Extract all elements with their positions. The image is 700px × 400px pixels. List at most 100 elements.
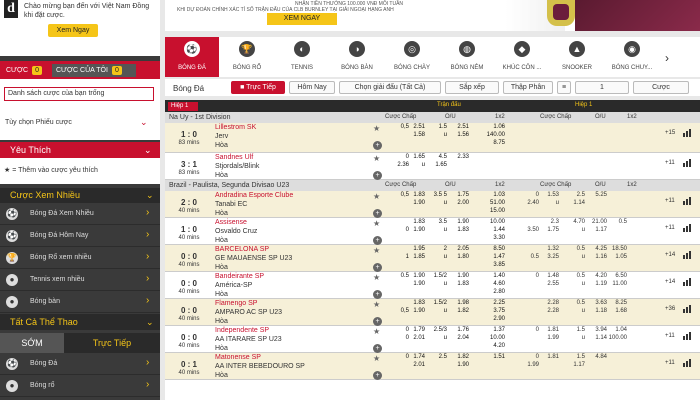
odds-cell[interactable]: u [403,162,425,168]
expand-plus-icon[interactable]: + [373,371,382,380]
away-team[interactable]: AA ITARARE SP U23 [215,336,282,343]
favorite-star-icon[interactable]: ★ [373,354,380,363]
sport-tab-table-tennis[interactable]: ◑ BÓNG BÀN [330,37,384,77]
odds-cell[interactable]: 1.40 [483,273,505,279]
odds-cell[interactable]: 1.5 [425,124,447,130]
half-odds-cell[interactable]: 1.53 [537,192,559,198]
odds-cell[interactable]: 4.5 [425,154,447,160]
odds-cell[interactable]: 1.83 [403,300,425,306]
half-odds-cell[interactable]: 4.25 [585,246,607,252]
half-odds-cell[interactable]: 1.68 [605,308,627,314]
odds-cell[interactable]: 1.37 [483,327,505,333]
odds-cell[interactable]: 2 [425,246,447,252]
expand-plus-icon[interactable]: + [373,344,382,353]
odds-cell[interactable]: 4.20 [483,343,505,349]
match-row[interactable]: 2 : 0 40 mins Andradina Esporte Clube Tanab… [165,191,700,218]
odds-cell[interactable]: 10.00 [483,219,505,225]
sidebar-item-football[interactable]: ⚽ Bóng Đá › [0,353,160,375]
filter-live-button[interactable]: ■ Trực Tiếp [231,81,285,94]
half-odds-cell[interactable]: 3.94 [585,327,607,333]
odds-cell[interactable]: 1.44 [483,227,505,233]
match-row[interactable]: 0 : 0 40 mins BARCELONA SP GE MAUAENSE SP U… [165,245,700,272]
home-team[interactable]: Flamengo SP [215,300,257,307]
favorite-star-icon[interactable]: ★ [373,219,380,228]
half-odds-cell[interactable]: 1.99 [517,362,539,368]
odds-cell[interactable]: 1.5/2 [425,273,447,279]
favorite-star-icon[interactable]: ★ [373,273,380,282]
half-odds-cell[interactable]: 1.81 [537,354,559,360]
away-team[interactable]: Jerv [215,133,228,140]
half-odds-cell[interactable]: u [563,227,585,233]
half-odds-cell[interactable]: 1.04 [605,327,627,333]
odds-cell[interactable]: 1.90 [447,273,469,279]
half-odds-cell[interactable]: 4.70 [563,219,585,225]
odds-cell[interactable]: 3.30 [483,235,505,241]
league-header[interactable]: Na Uy - 1st Division Cược Chấp O/U 1x2 Cược … [165,112,700,123]
half-odds-cell[interactable]: 2.3 [537,219,559,225]
odds-cell[interactable]: 1.83 [403,219,425,225]
odds-cell[interactable]: 1.5/2 [425,300,447,306]
sport-tab-hockey[interactable]: ◆ KHÚC CÔN ... [495,37,549,77]
half-odds-cell[interactable]: 6.50 [605,273,627,279]
half-odds-cell[interactable]: u [563,254,585,260]
stats-bars-icon[interactable] [683,251,693,259]
match-row[interactable]: 0 : 0 40 mins Bandeirante SP América-SP Hòa ★… [165,272,700,299]
sport-tab-volleyball[interactable]: ◉ BÓNG CHUY... [605,37,659,77]
half-odds-cell[interactable]: 1.17 [585,227,607,233]
chevron-down-icon[interactable]: ⌄ [140,117,148,128]
more-markets-link[interactable]: +14 [665,252,675,258]
stats-bars-icon[interactable] [683,278,693,286]
favorite-star-icon[interactable]: ★ [373,124,380,133]
sidebar-item-football-today[interactable]: ⚽ Bóng Đá Hôm Nay › [0,225,160,247]
odds-cell[interactable]: 1.83 [403,192,425,198]
half-odds-cell[interactable]: 0.5 [563,300,585,306]
odds-cell[interactable]: 2.00 [447,200,469,206]
odds-cell[interactable]: 10.00 [483,335,505,341]
odds-cell[interactable]: 8.50 [483,246,505,252]
home-team[interactable]: Sandnes Ulf [215,154,253,161]
home-team[interactable]: Andradina Esporte Clube [215,192,293,199]
half-odds-cell[interactable]: 3.63 [585,300,607,306]
more-markets-link[interactable]: +15 [665,130,675,136]
expand-plus-icon[interactable]: + [373,209,382,218]
expand-plus-icon[interactable]: + [373,263,382,272]
odds-cell[interactable]: 2.04 [447,335,469,341]
odds-cell[interactable]: u [425,200,447,206]
sport-tab-basketball[interactable]: 🏆 BÓNG RỔ [220,37,274,77]
half-odds-cell[interactable]: 0 [517,273,539,279]
more-markets-link[interactable]: +11 [665,360,675,366]
odds-cell[interactable]: 1.90 [403,200,425,206]
view-toggle-button[interactable]: ≡ [557,81,571,94]
half-odds-cell[interactable]: 0.5 [605,219,627,225]
favorite-star-icon[interactable]: ★ [373,327,380,336]
odds-cell[interactable]: 2.5/3 [425,327,447,333]
half-odds-cell[interactable]: 100.00 [605,335,627,341]
odds-cell[interactable]: 1.83 [447,227,469,233]
odds-cell[interactable]: 51.00 [483,200,505,206]
sidebar-item-table-tennis[interactable]: ● Bóng bàn › [0,291,160,313]
tab-bets[interactable]: CƯỢC 0 [2,64,48,77]
stats-bars-icon[interactable] [683,305,693,313]
away-team[interactable]: AA INTER BEBEDOURO SP [215,363,305,370]
odds-cell[interactable]: 1.95 [403,246,425,252]
sidebar-item-popular-football[interactable]: ⚽ Bóng Đá Xem Nhiều › [0,203,160,225]
half-odds-cell[interactable]: 0 [517,327,539,333]
away-team[interactable]: AMPARO AC SP U23 [215,309,282,316]
sport-tab-baseball[interactable]: ◎ BÓNG CHÀY [385,37,439,77]
odds-cell[interactable]: 1.82 [447,308,469,314]
half-odds-cell[interactable]: 2.55 [537,281,559,287]
odds-cell[interactable]: 1.90 [447,219,469,225]
more-markets-link[interactable]: +11 [665,160,675,166]
odds-cell[interactable]: 4.60 [483,281,505,287]
tab-live[interactable]: Trực Tiếp [64,333,160,353]
favorite-star-icon[interactable]: ★ [373,300,380,309]
odds-cell[interactable]: 1.85 [403,254,425,260]
half-odds-cell[interactable]: 1.14 [563,200,585,206]
half-odds-cell[interactable]: 4.20 [585,273,607,279]
more-markets-link[interactable]: +11 [665,333,675,339]
odds-cell[interactable]: 2.51 [447,124,469,130]
tab-my-bets[interactable]: CƯỢC CỦA TÔI 0 [52,64,136,77]
chevron-right-icon[interactable]: › [665,51,669,65]
half-odds-cell[interactable]: 1.19 [585,281,607,287]
match-row[interactable]: 0 : 1 40 mins Matonense SP AA INTER BEBEDOU… [165,353,700,380]
